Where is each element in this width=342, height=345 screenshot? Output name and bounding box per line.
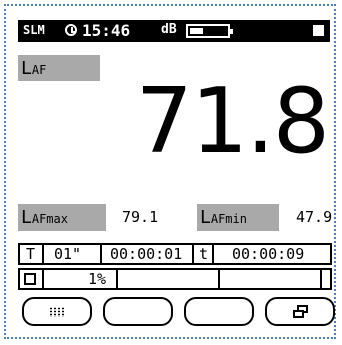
max-label-main: L bbox=[21, 207, 32, 228]
clock-time: 15:46 bbox=[82, 21, 131, 40]
primary-label: LAF bbox=[18, 55, 100, 81]
softkey-windows[interactable] bbox=[265, 297, 335, 326]
divider bbox=[320, 270, 322, 288]
page-icon bbox=[24, 273, 36, 285]
battery-fill bbox=[190, 28, 203, 34]
max-value: 79.1 bbox=[122, 208, 159, 226]
min-label: LAFmin bbox=[197, 204, 279, 231]
max-label-sub: AFmax bbox=[31, 212, 68, 226]
softkey-menu[interactable] bbox=[22, 297, 92, 326]
divider bbox=[192, 245, 194, 263]
progress-row: 1% bbox=[18, 268, 332, 290]
min-value: 47.9 bbox=[296, 208, 333, 226]
stop-icon[interactable] bbox=[313, 25, 324, 36]
clock-icon bbox=[65, 24, 77, 36]
primary-label-main: L bbox=[21, 58, 32, 79]
status-bar: SLM 15:46 dB bbox=[18, 20, 330, 42]
t-label: T bbox=[26, 245, 36, 263]
battery-icon bbox=[186, 24, 233, 38]
elapsed-time: 00:00:01 bbox=[110, 245, 183, 263]
max-label: LAFmax bbox=[18, 204, 106, 231]
min-label-sub: AFmin bbox=[210, 212, 247, 226]
primary-value: 71.8 bbox=[135, 69, 330, 174]
divider bbox=[116, 270, 118, 288]
divider bbox=[212, 245, 214, 263]
divider bbox=[218, 270, 220, 288]
softkey-2[interactable] bbox=[103, 297, 173, 326]
timing-row: T 01" 00:00:01 t 00:00:09 bbox=[18, 243, 332, 265]
total-time: 00:00:09 bbox=[232, 245, 305, 263]
interval-value: 01" bbox=[54, 245, 82, 263]
progress-percent: 1% bbox=[88, 270, 107, 288]
grid-icon bbox=[49, 307, 65, 317]
windows-icon bbox=[293, 305, 309, 319]
divider bbox=[42, 245, 44, 263]
unit-label: dB bbox=[161, 22, 177, 37]
primary-label-sub: AF bbox=[31, 63, 47, 77]
divider bbox=[42, 270, 44, 288]
divider bbox=[100, 245, 102, 263]
t2-label: t bbox=[199, 245, 209, 263]
softkey-3[interactable] bbox=[184, 297, 254, 326]
min-label-main: L bbox=[200, 207, 211, 228]
mode-label: SLM bbox=[23, 23, 45, 37]
